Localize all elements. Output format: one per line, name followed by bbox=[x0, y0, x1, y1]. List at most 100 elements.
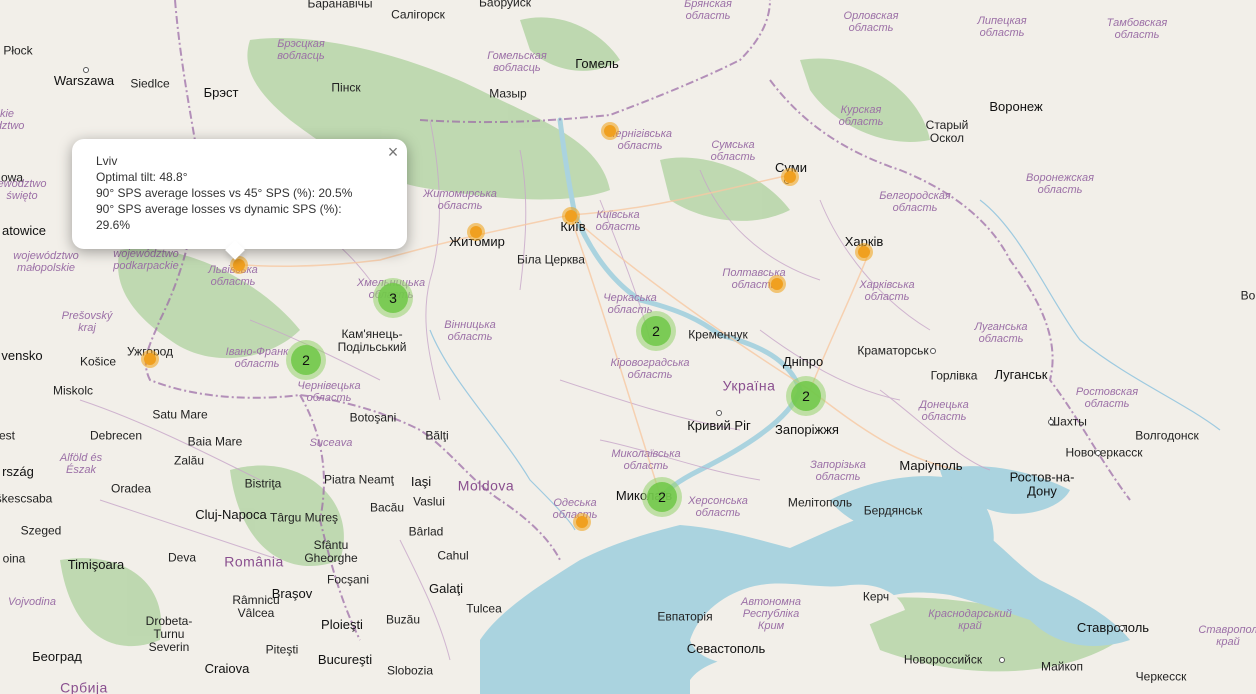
city-label-est: est bbox=[0, 428, 16, 443]
region-label-mykolaiv: Миколаївська область bbox=[611, 447, 681, 472]
cluster-marker-dnipro-zaporizhzhia[interactable]: 2 bbox=[786, 376, 826, 416]
region-label-kharkiv: Харківська область bbox=[859, 278, 915, 303]
city-label-bila-tserkva: Біла Церква bbox=[517, 252, 585, 267]
region-label-voronezh: Воронежская область bbox=[1026, 171, 1094, 196]
city-label-barlad: Bârlad bbox=[408, 524, 444, 539]
country-label-romania: România bbox=[224, 553, 284, 570]
city-label-pitesti: Piteşti bbox=[265, 642, 299, 657]
city-label-kamianets: Кам'янець- Подільський bbox=[337, 326, 407, 354]
popup-content: Lviv Optimal tilt: 48.8° 90° SPS average… bbox=[96, 153, 386, 233]
city-label-siedlce: Siedlce bbox=[130, 76, 170, 91]
city-label-tulcea: Tulcea bbox=[466, 601, 502, 616]
city-label-cherkessk: Черкесск bbox=[1135, 669, 1187, 684]
city-dot bbox=[1095, 450, 1101, 456]
city-label-babruysk: Бабруйск bbox=[479, 0, 531, 10]
city-label-brest: Брэст bbox=[203, 84, 239, 100]
marker-popup: Lviv Optimal tilt: 48.8° 90° SPS average… bbox=[72, 139, 407, 260]
region-label-vinnytsia: Вінницька область bbox=[444, 318, 496, 343]
cluster-marker-cherkasy[interactable]: 2 bbox=[636, 311, 676, 351]
city-label-horlivka: Горлівка bbox=[930, 368, 978, 383]
cluster-count: 2 bbox=[641, 316, 671, 346]
map-base-layer bbox=[60, 0, 1221, 694]
city-label-yevpatoria: Евпаторія bbox=[657, 609, 713, 624]
city-label-shakhty: Шахты bbox=[1049, 414, 1087, 429]
city-label-novorossiysk: Новороссийск bbox=[903, 652, 983, 667]
region-label-malopolskie: województwo małopolskie bbox=[13, 249, 79, 274]
sumy-marker-icon[interactable] bbox=[781, 168, 799, 186]
city-label-baranavichy: Баранавічы bbox=[307, 0, 373, 11]
chernihiv-marker-icon[interactable] bbox=[601, 122, 619, 140]
city-label-stary-oskol: Старый Оскол bbox=[925, 117, 969, 145]
region-label-podkarpackie: województwo podkarpackie bbox=[113, 247, 179, 272]
city-label-ramnicu: Râmnicu Vâlcea bbox=[232, 592, 280, 620]
cluster-marker-khmelnytsky[interactable]: 3 bbox=[373, 278, 413, 318]
region-label-zhytomyr: Житомирська область bbox=[423, 187, 497, 212]
city-label-salihorsk: Салігорск bbox=[391, 7, 445, 22]
city-label-plock: Płock bbox=[3, 43, 33, 58]
city-label-luhansk: Луганськ bbox=[994, 366, 1048, 382]
city-label-kosice: Košice bbox=[79, 354, 117, 369]
region-label-crimea: Автономна Республіка Крим bbox=[741, 595, 801, 633]
city-label-ploiesti: Ploieşti bbox=[321, 616, 363, 632]
city-label-satu-mare: Satu Mare bbox=[152, 407, 208, 422]
cluster-marker-ivano-frankivsk[interactable]: 2 bbox=[286, 340, 326, 380]
city-label-iasi: Iaşi bbox=[410, 473, 432, 489]
uzhhorod-marker-icon[interactable] bbox=[141, 350, 159, 368]
city-label-voronezh: Воронеж bbox=[989, 98, 1043, 114]
popup-loss-vs-dynamic-value: 29.6% bbox=[96, 218, 131, 232]
city-dot bbox=[716, 410, 722, 416]
region-label-donetsk: Донецька область bbox=[919, 398, 969, 423]
kyiv-marker-icon[interactable] bbox=[562, 207, 580, 225]
city-label-craiova: Craiova bbox=[204, 660, 250, 676]
city-label-csongrad: rszág bbox=[2, 463, 34, 479]
city-label-miskolc: Miskolc bbox=[52, 383, 94, 398]
city-label-mazyr: Мазыр bbox=[489, 86, 527, 101]
region-label-rostov: Ростовская область bbox=[1075, 385, 1139, 410]
city-label-deva: Deva bbox=[167, 550, 197, 565]
city-label-novocherkassk: Новочеркасск bbox=[1065, 445, 1143, 460]
odesa-marker-icon[interactable] bbox=[573, 513, 591, 531]
city-label-timisoara: Timişoara bbox=[67, 556, 125, 572]
popup-title: Lviv bbox=[96, 154, 118, 168]
region-label-brest: Брэсцкая вобласць bbox=[277, 37, 325, 62]
region-label-krasnodar: Краснодарський край bbox=[928, 607, 1012, 632]
poltava-marker-icon[interactable] bbox=[768, 275, 786, 293]
city-label-maikop: Майкоп bbox=[1040, 659, 1084, 674]
city-label-stavropol: Ставрополь bbox=[1076, 619, 1150, 635]
city-label-volgodonsk: Волгодонск bbox=[1135, 428, 1199, 443]
city-label-slovensko: vensko bbox=[1, 347, 43, 363]
country-label-ukraina: Україна bbox=[722, 377, 776, 394]
city-dot bbox=[1048, 419, 1054, 425]
cluster-count: 3 bbox=[378, 283, 408, 313]
lviv-marker-icon[interactable] bbox=[230, 256, 248, 274]
region-label-presov: Prešovský kraj bbox=[61, 309, 113, 334]
country-label-srbija: Србија bbox=[60, 679, 108, 694]
zhytomyr-marker-icon[interactable] bbox=[467, 223, 485, 241]
city-label-warszawa: Warszawa bbox=[53, 72, 115, 88]
map-viewport[interactable]: Баранавічы Салігорск Бабруйск Брянская о… bbox=[0, 0, 1256, 694]
city-label-gomel: Гомель bbox=[575, 55, 619, 71]
region-label-kyiv: Київська область bbox=[595, 208, 641, 233]
region-label-vojvodina: Vojvodina bbox=[8, 595, 56, 608]
city-dot bbox=[1119, 625, 1125, 631]
city-label-bacau: Bacău bbox=[369, 500, 405, 515]
city-label-bistrita: Bistriţa bbox=[244, 476, 282, 491]
popup-close-button[interactable]: × bbox=[385, 143, 401, 161]
region-label-gomel: Гомельская вобласць bbox=[487, 49, 547, 74]
region-label-swietokrzyskie: ewództwo święto bbox=[0, 177, 47, 202]
city-label-cahul: Cahul bbox=[437, 548, 469, 563]
region-label-chernivtsi: Чернівецька область bbox=[297, 379, 361, 404]
city-label-piatra-neamt: Piatra Neamţ bbox=[323, 472, 395, 487]
region-label-suceava: Suceava bbox=[309, 436, 353, 449]
city-label-oradea: Oradea bbox=[110, 481, 152, 496]
city-label-sevastopol: Севастополь bbox=[686, 640, 766, 656]
cluster-count: 2 bbox=[791, 381, 821, 411]
region-label-luhansk: Луганська область bbox=[974, 320, 1028, 345]
region-label-ivano: Івано-Франк область bbox=[225, 345, 289, 370]
region-label-oryol: Орловская область bbox=[843, 9, 899, 34]
region-label-alfold: Alföld és Észak bbox=[59, 451, 103, 476]
city-label-oina: oina bbox=[2, 551, 26, 566]
cluster-marker-mykolaiv[interactable]: 2 bbox=[642, 477, 682, 517]
city-label-katowice: atowice bbox=[1, 222, 47, 238]
kharkiv-marker-icon[interactable] bbox=[855, 243, 873, 261]
